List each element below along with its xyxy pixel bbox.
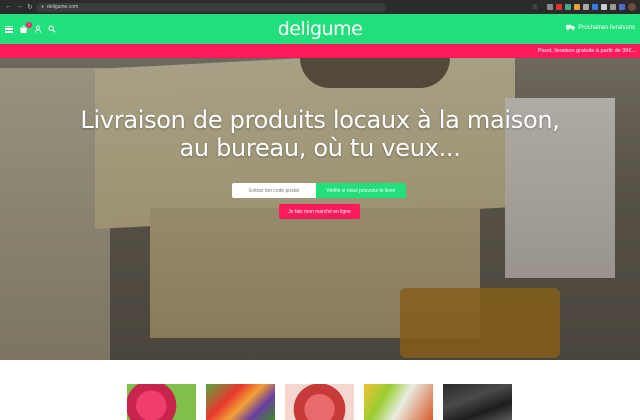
site-header: 1 deligume Prochaines livraisons (0, 14, 640, 44)
category-thumbnail-wine[interactable] (443, 384, 512, 420)
category-thumbnail-meat[interactable] (285, 384, 354, 420)
postcode-form: Vérifie si nous pouvons te livrer (232, 183, 406, 198)
extension-icon[interactable] (601, 4, 607, 10)
extension-icon[interactable] (574, 4, 580, 10)
address-bar[interactable]: ● deligume.com (36, 2, 386, 12)
hero-title-line2: au bureau, où tu veux... (179, 134, 461, 162)
hero-title: Livraison de produits locaux à la maison… (0, 106, 640, 162)
forward-icon[interactable]: → (16, 3, 23, 11)
category-thumbnail-radishes[interactable] (127, 384, 196, 420)
back-icon[interactable]: ← (5, 3, 12, 11)
reload-icon[interactable]: ↻ (27, 3, 33, 11)
browser-extensions: ☆ (532, 3, 640, 11)
extension-icon[interactable] (556, 4, 562, 10)
category-thumbnail-produce[interactable] (364, 384, 433, 420)
hero-title-line1: Livraison de produits locaux à la maison… (80, 106, 560, 134)
category-thumbnail-vegetables[interactable] (206, 384, 275, 420)
extension-icon[interactable] (565, 4, 571, 10)
browser-toolbar: ← → ↻ ● deligume.com ☆ (0, 0, 640, 14)
bookmark-star-icon[interactable]: ☆ (532, 3, 538, 11)
lock-icon: ● (41, 4, 45, 10)
promo-banner: Pssst, livraison gratuite à partir de 39… (0, 44, 640, 58)
extension-icon[interactable] (583, 4, 589, 10)
delivery-label: Prochaines livraisons (578, 24, 635, 31)
category-section (0, 360, 640, 420)
postcode-input[interactable] (232, 183, 316, 198)
shop-online-button[interactable]: Je fais mon marché en ligne (279, 204, 360, 219)
extension-icon[interactable] (610, 4, 616, 10)
hero-section: Livraison de produits locaux à la maison… (0, 58, 640, 360)
extension-icon[interactable] (592, 4, 598, 10)
delivery-schedule-link[interactable]: Prochaines livraisons (566, 24, 635, 31)
extension-icon[interactable] (547, 4, 553, 10)
site-logo[interactable]: deligume (0, 18, 640, 40)
truck-icon (566, 24, 576, 31)
extension-icon[interactable] (619, 4, 625, 10)
profile-avatar[interactable] (628, 3, 636, 11)
browser-nav: ← → ↻ (0, 3, 36, 11)
address-text: deligume.com (47, 4, 79, 10)
check-delivery-button[interactable]: Vérifie si nous pouvons te livrer (316, 183, 406, 198)
